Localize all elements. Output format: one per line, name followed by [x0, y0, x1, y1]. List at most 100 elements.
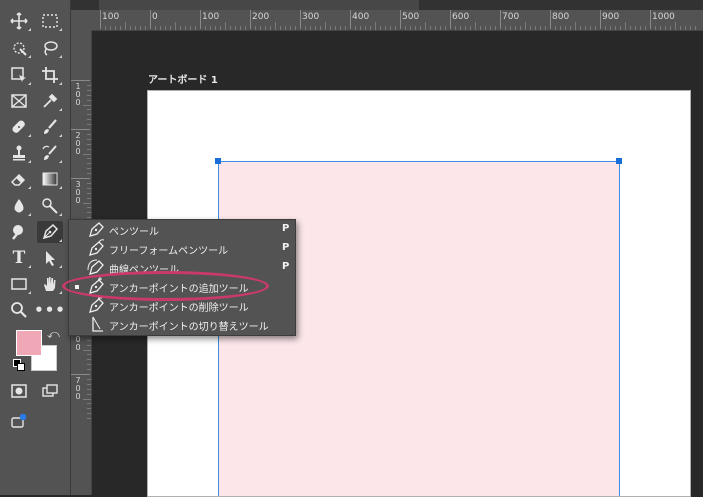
- healing-brush-icon[interactable]: [6, 116, 32, 138]
- move-icon[interactable]: [6, 10, 32, 32]
- ruler-minor-tick: [87, 378, 91, 380]
- menu-item-convert-point-tool[interactable]: アンカーポイントの切り替えツール: [69, 315, 295, 334]
- rectangle-icon[interactable]: [6, 273, 32, 295]
- ruler-minor-tick: [410, 26, 411, 30]
- ruler-minor-tick: [390, 26, 391, 30]
- menu-item-freeform-pen-tool[interactable]: フリーフォームペンツール P: [69, 239, 295, 258]
- menu-item-label: フリーフォームペンツール: [109, 246, 229, 257]
- ruler-minor-tick: [87, 89, 91, 91]
- type-icon[interactable]: T: [6, 247, 32, 269]
- ruler-minor-tick: [340, 26, 341, 30]
- ruler-major-tick: [71, 80, 90, 81]
- ruler-minor-tick: [87, 207, 91, 209]
- crop-icon[interactable]: [37, 64, 63, 86]
- horizontal-ruler[interactable]: 100 0 100 200 300 400 500 600 700 800 900 1000: [92, 10, 703, 31]
- ruler-minor-tick: [535, 26, 536, 30]
- ruler-minor-tick: [670, 26, 671, 30]
- ruler-major-tick: [550, 10, 551, 29]
- ruler-minor-tick: [83, 398, 91, 400]
- ruler-minor-tick: [375, 22, 376, 30]
- gradient-icon[interactable]: [37, 168, 63, 190]
- menu-item-pen-tool[interactable]: ペンツール P: [69, 220, 295, 239]
- tools-panel: T ••• ⤺: [0, 0, 71, 495]
- share-icon[interactable]: [6, 410, 32, 432]
- frame-icon[interactable]: [6, 90, 32, 112]
- history-brush-icon[interactable]: [37, 142, 63, 164]
- brush-icon[interactable]: [37, 116, 63, 138]
- ruler-minor-tick: [87, 168, 91, 170]
- ruler-minor-tick: [105, 26, 106, 30]
- ruler-minor-tick: [87, 369, 91, 371]
- ruler-minor-tick: [630, 26, 631, 30]
- zoom-icon[interactable]: [6, 221, 32, 243]
- ruler-minor-tick: [460, 26, 461, 30]
- ruler-minor-tick: [87, 99, 91, 101]
- blur-icon[interactable]: [6, 195, 32, 217]
- ruler-minor-tick: [435, 26, 436, 30]
- ruler-minor-tick: [310, 26, 311, 30]
- quick-mask-icon[interactable]: [6, 380, 32, 402]
- eyedropper-icon[interactable]: [37, 90, 63, 112]
- artboard-label[interactable]: アートボード 1: [148, 71, 218, 86]
- convert-point-icon: [87, 315, 105, 333]
- ruler-major-tick: [350, 10, 351, 29]
- ruler-label: 300: [75, 180, 81, 205]
- pen-icon[interactable]: [37, 221, 63, 243]
- ruler-label: 500: [402, 12, 420, 22]
- ruler-minor-tick: [87, 192, 91, 194]
- anchor-point-handle[interactable]: [616, 158, 622, 164]
- foreground-color-swatch[interactable]: [16, 330, 42, 356]
- eraser-icon[interactable]: [6, 168, 32, 190]
- more-icon[interactable]: •••: [34, 299, 65, 321]
- ruler-minor-tick: [485, 26, 486, 30]
- ruler-minor-tick: [620, 26, 621, 30]
- ruler-minor-tick: [83, 104, 91, 106]
- quick-select-icon[interactable]: [6, 37, 32, 59]
- ruler-minor-tick: [87, 197, 91, 199]
- ruler-minor-tick: [530, 26, 531, 30]
- ruler-minor-tick: [87, 158, 91, 160]
- ruler-minor-tick: [360, 26, 361, 30]
- swap-colors-icon[interactable]: ⤺: [47, 327, 60, 342]
- anchor-point-handle[interactable]: [215, 158, 221, 164]
- ruler-minor-tick: [685, 26, 686, 30]
- ruler-minor-tick: [87, 148, 91, 150]
- lasso-icon[interactable]: [37, 37, 63, 59]
- ruler-minor-tick: [180, 26, 181, 30]
- magnifier-icon[interactable]: [6, 299, 32, 321]
- ruler-major-tick: [71, 129, 90, 130]
- object-select-icon[interactable]: [6, 64, 32, 86]
- ruler-minor-tick: [87, 364, 91, 366]
- ruler-minor-tick: [440, 26, 441, 30]
- ruler-minor-tick: [610, 26, 611, 30]
- clone-stamp-icon[interactable]: [6, 142, 32, 164]
- ruler-origin[interactable]: [71, 10, 92, 30]
- ruler-minor-tick: [380, 26, 381, 30]
- ruler-minor-tick: [220, 26, 221, 30]
- ruler-minor-tick: [290, 26, 291, 30]
- document-tab[interactable]: [99, 0, 419, 10]
- ruler-minor-tick: [160, 26, 161, 30]
- hand-icon[interactable]: [37, 273, 63, 295]
- ruler-minor-tick: [580, 26, 581, 30]
- ruler-minor-tick: [87, 388, 91, 390]
- ruler-label: 200: [75, 131, 81, 156]
- screen-mode-icon[interactable]: [37, 380, 63, 402]
- ruler-label: 700: [75, 376, 81, 401]
- ruler-minor-tick: [660, 26, 661, 30]
- default-colors-icon[interactable]: [13, 359, 25, 371]
- ruler-minor-tick: [490, 26, 491, 30]
- marquee-icon[interactable]: [37, 10, 63, 32]
- ruler-minor-tick: [195, 26, 196, 30]
- dodge-icon[interactable]: [37, 195, 63, 217]
- ruler-minor-tick: [690, 26, 691, 30]
- ruler-minor-tick: [225, 22, 226, 30]
- ruler-minor-tick: [205, 26, 206, 30]
- ruler-minor-tick: [87, 133, 91, 135]
- path-select-icon[interactable]: [37, 247, 63, 269]
- ruler-minor-tick: [87, 143, 91, 145]
- pen-icon: [87, 220, 105, 238]
- ruler-minor-tick: [265, 26, 266, 30]
- ruler-label: 100: [75, 82, 81, 107]
- ruler-major-tick: [71, 374, 90, 375]
